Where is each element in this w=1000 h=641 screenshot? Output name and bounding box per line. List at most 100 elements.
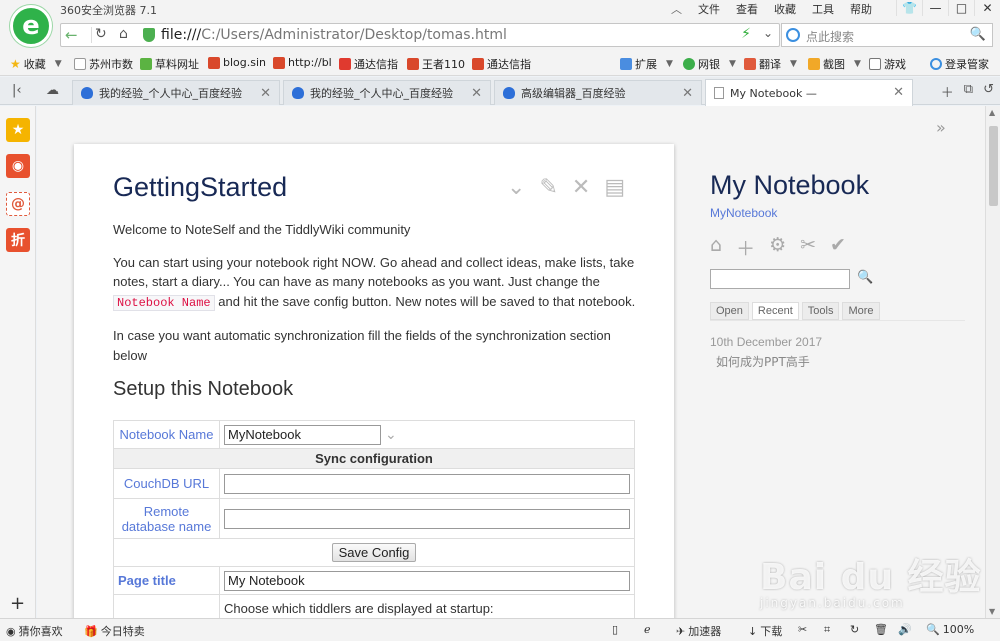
gift-icon: 🎁: [84, 624, 98, 638]
online-banking-button[interactable]: 网银 ▼: [683, 56, 736, 72]
speed-mode-icon[interactable]: ⚡: [741, 26, 751, 42]
circle-icon: ◉: [6, 624, 16, 638]
bookmark-item[interactable]: 通达信指: [472, 56, 531, 72]
browser-logo-icon[interactable]: e: [10, 5, 52, 47]
menu-file[interactable]: 文件: [690, 1, 728, 17]
cloud-icon[interactable]: ☁: [46, 83, 59, 98]
maximize-button[interactable]: □: [948, 0, 974, 16]
bookmark-favorites[interactable]: ★ 收藏 ▼: [10, 56, 62, 72]
scroll-down-icon[interactable]: ▼: [989, 607, 995, 616]
new-tab-icon[interactable]: ＋: [941, 82, 954, 101]
cut-icon[interactable]: ✂: [798, 623, 807, 636]
tab-scroll-left-icon[interactable]: |‹: [12, 83, 22, 98]
chevron-up-icon[interactable]: ︿: [663, 1, 690, 17]
search-box[interactable]: 点此搜索 🔍: [781, 23, 993, 47]
close-tab-icon[interactable]: ✕: [682, 86, 693, 101]
scrollbar-thumb[interactable]: [989, 126, 998, 206]
translate-button[interactable]: 翻译 ▼: [744, 56, 797, 72]
tab-more[interactable]: More: [842, 302, 880, 320]
url-box[interactable]: ← ↻ ⌂ file:///C:/Users/Administrator/Des…: [60, 23, 780, 47]
notebook-name-input[interactable]: [224, 424, 381, 445]
volume-icon[interactable]: 🔊: [898, 623, 912, 636]
bookmark-item[interactable]: 苏州市数: [74, 56, 133, 72]
page-title-input[interactable]: [224, 570, 630, 591]
bookmark-item[interactable]: 王者110: [407, 56, 465, 72]
refresh-icon[interactable]: ↻: [850, 623, 859, 636]
crop-icon[interactable]: ⌗: [824, 623, 830, 637]
scroll-up-icon[interactable]: ▲: [989, 108, 995, 117]
minimize-button[interactable]: —: [922, 0, 948, 16]
search-icon[interactable]: 🔍: [970, 27, 986, 42]
close-tab-icon[interactable]: ✕: [471, 86, 482, 101]
tab-open[interactable]: Open: [710, 302, 749, 320]
search-placeholder: 点此搜索: [806, 30, 855, 44]
check-circle-icon[interactable]: ✔: [830, 234, 846, 261]
close-tab-icon[interactable]: ✕: [893, 85, 904, 100]
remote-db-input[interactable]: [224, 508, 630, 529]
close-window-button[interactable]: ✕: [974, 0, 1000, 16]
site-subtitle[interactable]: MyNotebook: [710, 206, 777, 220]
home-icon[interactable]: ⌂: [119, 26, 128, 42]
tab-recent[interactable]: Recent: [751, 302, 799, 320]
chevron-down-icon[interactable]: ⌄: [763, 26, 773, 40]
menu-view[interactable]: 查看: [728, 1, 766, 17]
bookmark-item[interactable]: blog.sin: [208, 56, 266, 69]
download-button[interactable]: ↓ 下载: [748, 623, 782, 639]
close-tab-icon[interactable]: ✕: [260, 86, 271, 101]
guess-you-like[interactable]: ◉ 猜你喜欢: [6, 623, 63, 639]
couchdb-url-input[interactable]: [224, 473, 630, 494]
expand-sidebar-icon[interactable]: »: [936, 118, 946, 137]
new-tiddler-icon[interactable]: ＋: [736, 234, 755, 261]
tools-icon[interactable]: ✂: [800, 234, 816, 261]
menu-help[interactable]: 帮助: [842, 1, 880, 17]
search-icon[interactable]: 🔍: [857, 270, 873, 285]
security-shield-icon[interactable]: [143, 28, 155, 42]
extensions-button[interactable]: 扩展 ▼: [620, 56, 673, 72]
zoom-level[interactable]: 🔍 100%: [926, 623, 974, 636]
url-text[interactable]: file:///C:/Users/Administrator/Desktop/t…: [161, 27, 507, 43]
weibo-icon[interactable]: ◉: [6, 154, 30, 178]
site-title: My Notebook: [710, 170, 870, 200]
tab-list-icon[interactable]: ⧉: [964, 82, 973, 101]
daily-deals[interactable]: 🎁 今日特卖: [84, 623, 145, 639]
login-manager-button[interactable]: 登录管家: [930, 56, 989, 72]
reload-icon[interactable]: ↻: [95, 26, 107, 42]
mail-icon[interactable]: @: [6, 192, 30, 216]
edit-pencil-icon[interactable]: ✎: [539, 177, 557, 199]
sidebar-search-input[interactable]: [710, 269, 850, 289]
export-icon[interactable]: ▤: [604, 177, 625, 199]
address-bar: ← ↻ ⌂ file:///C:/Users/Administrator/Des…: [0, 18, 1000, 52]
tab-active[interactable]: My Notebook — ✕: [705, 79, 913, 106]
notebook-name-label: Notebook Name: [113, 420, 220, 449]
bookmark-item[interactable]: http://bl: [273, 56, 332, 69]
save-config-button[interactable]: Save Config: [331, 543, 417, 562]
discount-icon[interactable]: 折: [6, 228, 30, 252]
skin-icon[interactable]: 👕: [896, 0, 922, 16]
vertical-scrollbar[interactable]: ▲ ▼: [985, 106, 1000, 618]
favorites-star-icon[interactable]: ★: [6, 118, 30, 142]
close-icon[interactable]: ✕: [572, 177, 590, 199]
chevron-down-icon[interactable]: ⌄: [385, 426, 397, 442]
chevron-down-icon[interactable]: ⌄: [507, 177, 525, 199]
ie-icon[interactable]: ℯ: [644, 623, 651, 636]
phone-icon[interactable]: ▯: [612, 623, 618, 636]
home-icon[interactable]: ⌂: [710, 234, 722, 261]
screenshot-button[interactable]: 截图 ▼: [808, 56, 861, 72]
add-sidebar-item-icon[interactable]: +: [10, 593, 25, 614]
undo-close-icon[interactable]: ↺: [983, 82, 994, 101]
menu-favorites[interactable]: 收藏: [766, 1, 804, 17]
bookmark-item[interactable]: 通达信指: [339, 56, 398, 72]
gear-icon[interactable]: ⚙: [769, 234, 786, 261]
menu-tools[interactable]: 工具: [804, 1, 842, 17]
back-arrow-icon[interactable]: ←: [65, 26, 78, 44]
bookmark-item[interactable]: 草料网址: [140, 56, 199, 72]
tab[interactable]: 我的经验_个人中心_百度经验 ✕: [283, 80, 491, 105]
games-button[interactable]: 游戏: [869, 56, 906, 72]
tab-tools[interactable]: Tools: [801, 302, 840, 320]
tab[interactable]: 我的经验_个人中心_百度经验 ✕: [72, 80, 280, 105]
accelerator-button[interactable]: ✈ 加速器: [676, 623, 721, 639]
search-engine-icon[interactable]: [786, 28, 800, 42]
tab[interactable]: 高级编辑器_百度经验 ✕: [494, 80, 702, 105]
recent-item-link[interactable]: 如何成为PPT高手: [716, 353, 810, 370]
trash-icon[interactable]: 🗑: [874, 623, 888, 636]
